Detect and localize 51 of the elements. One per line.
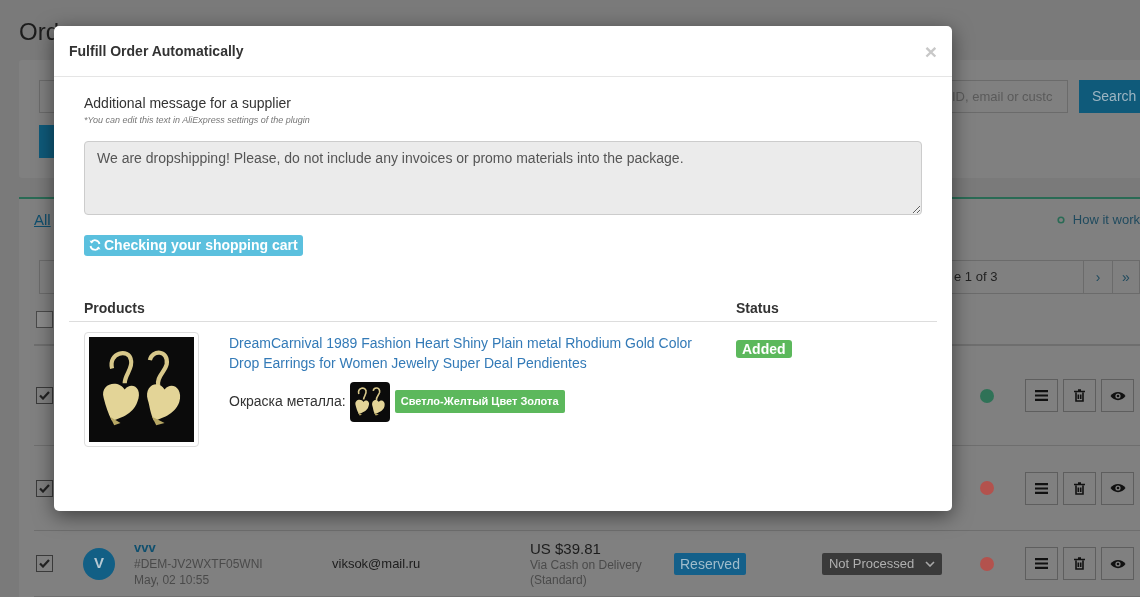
avatar: V <box>83 547 115 580</box>
menu-icon <box>1035 390 1048 401</box>
checkbox[interactable] <box>36 555 53 572</box>
product-link[interactable]: DreamCarnival 1989 Fashion Heart Shiny Plain metal Rhodium Gold Color Drop Earrings for Women Jewelry Super Deal Pendientes <box>229 332 709 373</box>
check-icon <box>39 391 50 400</box>
search-button[interactable]: Search <box>1079 80 1140 113</box>
order-total: US $39.81 <box>530 539 602 558</box>
dialog-title: Fulfill Order Automatically <box>69 41 244 61</box>
refresh-icon <box>89 239 101 251</box>
menu-button[interactable] <box>1025 471 1058 505</box>
menu-button[interactable] <box>1025 547 1058 580</box>
trash-icon <box>1074 557 1085 570</box>
delete-button[interactable] <box>1063 471 1096 505</box>
delete-button[interactable] <box>1063 547 1096 580</box>
delete-button[interactable] <box>1063 379 1096 412</box>
menu-icon <box>1035 558 1048 569</box>
check-cart-button[interactable]: Checking your shopping cart <box>84 234 303 256</box>
close-button[interactable]: × <box>924 40 937 62</box>
option-label: Окраска металла: <box>229 392 346 411</box>
help-link[interactable]: How it work <box>1072 210 1140 230</box>
reservation-badge: Reserved <box>674 552 746 575</box>
customer-name[interactable]: vvv <box>134 539 332 556</box>
eye-icon <box>1109 483 1126 493</box>
menu-icon <box>1035 482 1048 494</box>
trash-icon <box>1074 481 1085 495</box>
last-page-button[interactable]: » <box>1113 260 1140 294</box>
menu-button[interactable] <box>1025 379 1058 412</box>
chevron-down-icon <box>924 560 935 567</box>
status-dropdown[interactable]: Not Processed <box>821 552 942 575</box>
column-header: Products <box>83 298 146 318</box>
option-badge: Светло-Желтый Цвет Золота <box>394 390 565 413</box>
view-button[interactable] <box>1101 379 1134 412</box>
circle-icon <box>1056 216 1065 224</box>
hint-text: *You can edit this text in AliExpress settings of the plugin <box>84 114 311 127</box>
trash-icon <box>1074 389 1085 402</box>
column-header: Status <box>736 298 779 318</box>
check-icon <box>39 483 50 493</box>
filter-link[interactable]: All <box>34 208 51 232</box>
status-badge: Added <box>736 339 792 358</box>
view-button[interactable] <box>1101 471 1134 505</box>
check-icon <box>39 559 50 568</box>
checkbox[interactable] <box>36 310 53 328</box>
customer-email: viksok@mail.ru <box>332 554 422 573</box>
eye-icon <box>1109 558 1126 569</box>
next-page-button[interactable]: › <box>1084 260 1113 294</box>
checkbox[interactable] <box>36 387 53 404</box>
field-label: Additional message for a supplier <box>84 94 292 112</box>
eye-icon <box>1109 390 1126 401</box>
checkbox[interactable] <box>36 479 53 497</box>
view-button[interactable] <box>1101 547 1134 580</box>
message-field[interactable]: We are dropshipping! Please, do not include any invoices or promo materials into the package. <box>84 140 922 215</box>
